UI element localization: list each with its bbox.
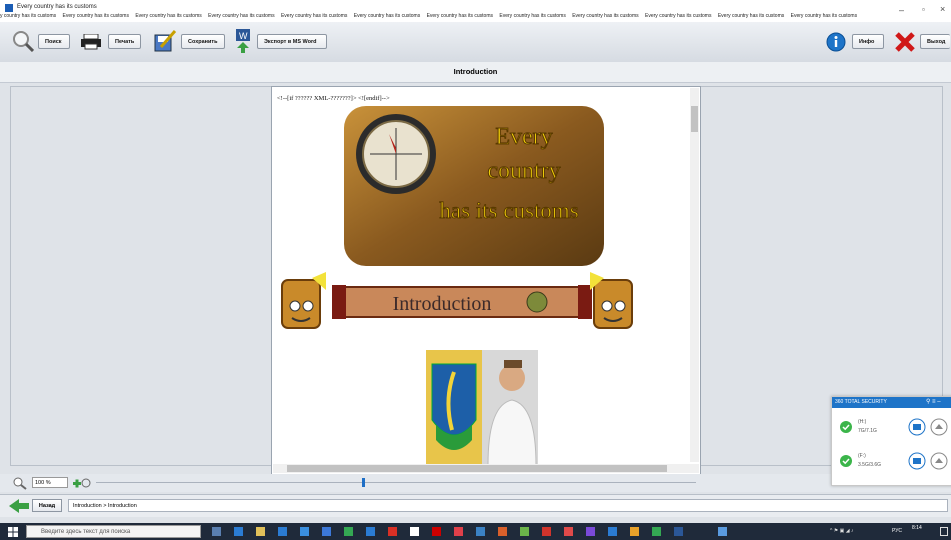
printer-icon[interactable] <box>80 34 102 50</box>
book-mascot-left-icon <box>281 272 326 329</box>
tab-item[interactable]: Every country has its customs <box>499 13 565 19</box>
tab-item[interactable]: Every country has its customs <box>427 13 493 19</box>
title-bar: Every country has its customs y country … <box>0 0 951 22</box>
cover-line-3: has its customs <box>439 198 578 223</box>
cover-image: Every country has its customs <box>344 106 604 266</box>
tab-item[interactable]: Every country has its customs <box>791 13 857 19</box>
save-icon[interactable] <box>153 29 177 53</box>
tab-item[interactable]: Every country has its customs <box>572 13 638 19</box>
app-icon <box>5 4 13 12</box>
tab-item[interactable]: Every country has its customs <box>135 13 201 19</box>
tab-strip: y country has its customs Every country … <box>0 13 951 22</box>
cover-line-1: Every <box>495 124 552 150</box>
breadcrumb: Introduction > Introduction <box>68 499 948 512</box>
document-view[interactable]: <!--[if ?????? XML-???????]> <![endif]--… <box>271 86 701 476</box>
check-icon <box>840 421 852 433</box>
toolbar: Поиск Печать Сохранить W Экспорт в MS Wo… <box>0 22 951 63</box>
taskbar-search-input[interactable]: Введите здесь текст для поиска <box>26 525 201 538</box>
page-title: Introduction <box>453 67 498 76</box>
drive-action-icons[interactable] <box>908 451 948 471</box>
book-mascot-right-icon <box>590 272 633 329</box>
zoom-in-icon[interactable] <box>72 476 94 490</box>
check-icon <box>840 455 852 467</box>
security-widget: 360 TOTAL SECURITY ⚲ ≡ – (H:) 7G/7.1G (F… <box>831 396 951 486</box>
drive-size: 7G/7.1G <box>858 428 877 434</box>
exit-icon[interactable] <box>894 31 916 53</box>
tab-item[interactable]: Every country has its customs <box>208 13 274 19</box>
info-button[interactable]: Инфо <box>852 34 884 49</box>
page-header: Introduction <box>0 62 951 83</box>
search-button[interactable]: Поиск <box>38 34 70 49</box>
word-export-icon[interactable]: W <box>234 29 252 53</box>
start-icon[interactable] <box>8 527 18 537</box>
tab-item[interactable]: Every country has its customs <box>718 13 784 19</box>
tab-item[interactable]: Every country has its customs <box>354 13 420 19</box>
svg-text:W: W <box>239 31 248 41</box>
magnifier-icon[interactable] <box>12 30 34 52</box>
navigation-bar: Назад Introduction > Introduction <box>0 494 951 517</box>
person-photo <box>482 350 538 465</box>
drive-label: (F:) <box>858 453 866 459</box>
emblem-image <box>426 350 482 465</box>
maximize-button[interactable]: ▫ <box>922 5 925 14</box>
vertical-scroll-thumb[interactable] <box>691 106 698 132</box>
save-button[interactable]: Сохранить <box>181 34 225 49</box>
left-pane <box>10 86 273 466</box>
zoom-slider-thumb[interactable] <box>362 478 365 487</box>
print-button[interactable]: Печать <box>108 34 141 49</box>
horizontal-scroll-thumb[interactable] <box>287 465 667 472</box>
vertical-scrollbar[interactable] <box>690 88 699 462</box>
xml-comment-text: <!--[if ?????? XML-???????]> <![endif]--… <box>277 95 390 102</box>
drive-size: 3.5G/3.6G <box>858 462 882 468</box>
drive-label: (H:) <box>858 419 867 425</box>
banner-title: Introduction <box>393 293 492 315</box>
system-tray-icons[interactable]: ^ ⚑ ▣ ◢ ♪ <box>830 528 890 536</box>
cover-line-2: country <box>487 158 560 184</box>
back-arrow-icon[interactable] <box>9 499 29 513</box>
taskbar: Введите здесь текст для поиска ^ ⚑ ▣ ◢ ♪… <box>0 523 951 540</box>
security-widget-menu-icon[interactable]: ⚲ ≡ – <box>926 398 941 405</box>
introduction-banner: Introduction <box>332 285 592 319</box>
horizontal-scrollbar[interactable] <box>273 464 699 473</box>
tab-item[interactable]: y country has its customs <box>0 13 56 19</box>
drive-action-icons[interactable] <box>908 417 948 437</box>
info-icon[interactable] <box>826 32 846 52</box>
export-word-button[interactable]: Экспорт в MS Word <box>257 34 327 49</box>
close-button[interactable]: × <box>940 4 945 14</box>
zoom-out-icon[interactable] <box>12 476 28 490</box>
back-button[interactable]: Назад <box>32 499 62 512</box>
notifications-icon[interactable] <box>940 527 948 536</box>
tab-item[interactable]: Every country has its customs <box>281 13 347 19</box>
zoom-bar: 100 % <box>0 474 951 492</box>
minimize-button[interactable]: – <box>899 5 904 15</box>
taskbar-app-icons[interactable] <box>212 526 732 537</box>
clock[interactable]: 8:14 <box>912 525 922 531</box>
tab-item[interactable]: Every country has its customs <box>645 13 711 19</box>
zoom-select[interactable]: 100 % <box>32 477 68 488</box>
tab-item[interactable]: Every country has its customs <box>63 13 129 19</box>
exit-button[interactable]: Выход <box>920 34 950 49</box>
zoom-slider-track[interactable] <box>96 482 696 483</box>
window-title: Every country has its customs <box>17 4 97 10</box>
language-indicator[interactable]: РУС <box>892 528 902 534</box>
